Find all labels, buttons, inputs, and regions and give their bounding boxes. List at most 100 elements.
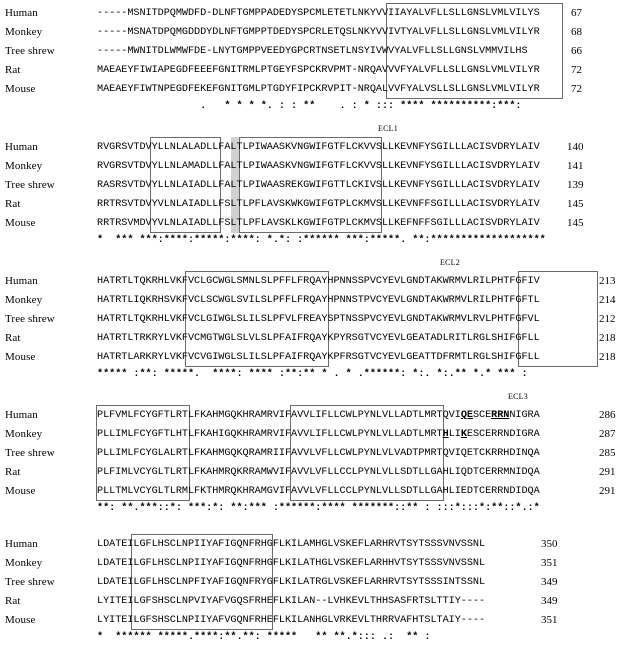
sequence-text: RVGRSVTDVYLLNLAMADLLFALTLPIWAASKVNGWIFGT… <box>97 161 540 172</box>
sequence-rows: Human -----MSNITDPQMWDFD-DLNFTGMPPADEDYS… <box>0 0 619 99</box>
species-label: Monkey <box>5 557 43 569</box>
alignment-block-2: ECL1 Human RVGRSVTDVYLLNLALADLLFALTLPIWA… <box>0 123 619 249</box>
sequence-rows: Human LDATEILGFLHSCLNPIIYAFIGQNFRHGFLKIL… <box>0 533 619 630</box>
residue-number: 140 <box>567 141 584 153</box>
sequence-text: -----MSNATDPQMGDDDYDLNFTGMPPTDEDYSPCRLET… <box>97 27 540 38</box>
sequence-text: HATRTLTRKRYLVKFVCMGTWGLSLVLSLPFAIFRQAYKP… <box>97 333 540 344</box>
sequence-text: LDATEILGFLHSCLNPFIYAFIGQNFRYGFLKILATRGLV… <box>97 577 486 588</box>
consensus-line: . * * * *. : : ** . : * ::: **** *******… <box>0 99 619 115</box>
motif-residue: RRN <box>491 410 510 421</box>
alignment-block-5: Human LDATEILGFLHSCLNPIIYAFIGQNFRHGFLKIL… <box>0 533 619 646</box>
motif-residue: QE <box>460 410 473 421</box>
residue-number: 145 <box>567 198 584 210</box>
species-label: Tree shrew <box>5 447 55 459</box>
species-label: Mouse <box>5 485 36 497</box>
residue-number: 139 <box>567 179 584 191</box>
ecl1-label-row: ECL1 <box>0 123 619 136</box>
residue-number: 351 <box>541 557 558 569</box>
consensus-text: * ****** *****.****:**.**: ***** ** **.*… <box>97 632 431 643</box>
sequence-rows: Human HATRTLTQKRHLVKFVCLGCWGLSMNLSLPFFLF… <box>0 270 619 367</box>
residue-number: 287 <box>599 428 616 440</box>
table-row: Mouse HATRTLARKRYLVKFVCVGIWGLSLILSLPFAIF… <box>0 348 619 367</box>
ecl3-label-row: ECL3 <box>0 391 619 404</box>
species-label: Mouse <box>5 83 36 95</box>
species-label: Rat <box>5 595 21 607</box>
species-label: Human <box>5 275 38 287</box>
sequence-text: LYITEILGFSHSCLNPVIYAFVGQSFRHEFLKILAN--LV… <box>97 596 486 607</box>
alignment-figure: Human -----MSNITDPQMWDFD-DLNFTGMPPADEDYS… <box>0 0 619 672</box>
residue-number: 67 <box>571 7 582 19</box>
consensus-text: ***** :**: *****. ****: **** :**:** * . … <box>97 369 528 380</box>
table-row: Mouse MAEAEYFIWTNPEGDFEKEFGNITGMLPTGDYFI… <box>0 80 619 99</box>
sequence-text: PLFVMLFCYGFTLRTLFKAHMGQKHRAMRVIFAVVLIFLL… <box>97 406 540 425</box>
table-row: Monkey PLLIMLFCYGFTLHTLFKAHIGQKHRAMRVIFA… <box>0 425 619 444</box>
residue-number: 72 <box>571 83 582 95</box>
species-label: Monkey <box>5 160 43 172</box>
sequence-segment: SCE <box>472 410 492 421</box>
residue-number: 285 <box>599 447 616 459</box>
ecl2-label: ECL2 <box>440 258 460 267</box>
residue-number: 349 <box>541 595 558 607</box>
species-label: Tree shrew <box>5 45 55 57</box>
residue-number: 218 <box>599 351 616 363</box>
consensus-line: * *** ***:****:*****:****: *.*: :****** … <box>0 233 619 249</box>
consensus-line: ***** :**: *****. ****: **** :**:** * . … <box>0 367 619 383</box>
table-row: Rat RRTRSVTDVYVLNLAIADLLFSLTLPFLAVSKWKGW… <box>0 195 619 214</box>
ecl2-label-row: ECL2 <box>0 257 619 270</box>
residue-number: 350 <box>541 538 558 550</box>
table-row: Rat MAEAEYFIWIAPEGDFEEEFGNITRMLPTGEYFSPC… <box>0 61 619 80</box>
residue-number: 218 <box>599 332 616 344</box>
sequence-text: -----MWNITDLWMWFDE-LNYTGMPPVEEDYGPCRTNSE… <box>97 46 528 57</box>
residue-number: 145 <box>567 217 584 229</box>
table-row: Monkey LDATEILGFLHSCLNPIIYAFIGQNFRHGFLKI… <box>0 554 619 573</box>
sequence-text: LDATEILGFLHSCLNPIIYAFIGQNFRHGFLKILAMHGLV… <box>97 539 486 550</box>
sequence-text: RRTRSVMDVYVLNLAIADLLFSLTLPFLAVSKLKGWIFGT… <box>97 218 540 229</box>
consensus-text: . * * * *. : : ** . : * ::: **** *******… <box>97 101 522 112</box>
sequence-segment: PLFVMLFCYGFTLRTLFKAHMGQKHRAMRVIFAVVLIFLL… <box>97 410 461 421</box>
consensus-text: **: **.***::*: ***:*: **:*** :******:***… <box>97 503 540 514</box>
species-label: Mouse <box>5 217 36 229</box>
sequence-text: LDATEILGFLHSCLNPIIYAFIGQNFRHGFLKILATHGLV… <box>97 558 486 569</box>
table-row: Tree shrew -----MWNITDLWMWFDE-LNYTGMPPVE… <box>0 42 619 61</box>
table-row: Tree shrew HATRTLTQKRHLVKFVCLGIWGLSLILSL… <box>0 310 619 329</box>
sequence-text: MAEAEYFIWTNPEGDFEKEFGNITGMLPTGDYFIPCKRVP… <box>97 84 540 95</box>
species-label: Tree shrew <box>5 179 55 191</box>
residue-number: 291 <box>599 485 616 497</box>
table-row: Tree shrew RASRSVTDVYLLNLAIADLLFALTLPIWA… <box>0 176 619 195</box>
table-row: Monkey HATRTLIQKRHSVKFVCLSCWGLSVILSLPFFL… <box>0 291 619 310</box>
table-row: Human RVGRSVTDVYLLNLALADLLFALTLPIWAASKVN… <box>0 138 619 157</box>
sequence-text: HATRTLTQKRHLVKFVCLGCWGLSMNLSLPFFLFRQAYHP… <box>97 276 540 287</box>
alignment-block-1: Human -----MSNITDPQMWDFD-DLNFTGMPPADEDYS… <box>0 0 619 115</box>
table-row: Monkey -----MSNATDPQMGDDDYDLNFTGMPPTDEDY… <box>0 23 619 42</box>
table-row: Mouse PLLTMLVCYGLTLRMLFKTHMRQKHRAMGVIFAV… <box>0 482 619 501</box>
residue-number: 66 <box>571 45 582 57</box>
species-label: Rat <box>5 64 21 76</box>
residue-number: 141 <box>567 160 584 172</box>
species-label: Rat <box>5 198 21 210</box>
sequence-rows: Human RVGRSVTDVYLLNLALADLLFALTLPIWAASKVN… <box>0 136 619 233</box>
sequence-text: RVGRSVTDVYLLNLALADLLFALTLPIWAASKVNGWIFGT… <box>97 142 540 153</box>
table-row: Human HATRTLTQKRHLVKFVCLGCWGLSMNLSLPFFLF… <box>0 272 619 291</box>
alignment-block-4: ECL3 Human PLFVMLFCYGFTLRTLFKAHMGQKHRAMR… <box>0 391 619 517</box>
residue-number: 72 <box>571 64 582 76</box>
sequence-text: MAEAEYFIWIAPEGDFEEEFGNITRMLPTGEYFSPCKRVP… <box>97 65 540 76</box>
table-row: Mouse RRTRSVMDVYVLNLAIADLLFSLTLPFLAVSKLK… <box>0 214 619 233</box>
species-label: Monkey <box>5 26 43 38</box>
sequence-segment: PLLIMLFCYGFTLHTLFKAHIGQKHRAMRVIFAVVLIFLL… <box>97 429 443 440</box>
sequence-text: LYITEILGFSHSCLNPIIYAFVGQNFRHEFLKILANHGLV… <box>97 615 486 626</box>
residue-number: 351 <box>541 614 558 626</box>
table-row: Human PLFVMLFCYGFTLRTLFKAHMGQKHRAMRVIFAV… <box>0 406 619 425</box>
sequence-text: RRTRSVTDVYVLNLAIADLLFSLTLPFLAVSKWKGWIFGT… <box>97 199 540 210</box>
sequence-text: -----MSNITDPQMWDFD-DLNFTGMPPADEDYSPCMLET… <box>97 8 540 19</box>
sequence-segment: LI <box>448 429 461 440</box>
species-label: Human <box>5 7 38 19</box>
sequence-text: HATRTLARKRYLVKFVCVGIWGLSLILSLPFAIFRQAYKP… <box>97 352 540 363</box>
sequence-text: PLLIMLFCYGLALRTLFKAHMGQKQRAMRIIFAVVLVFLL… <box>97 448 540 459</box>
residue-number: 212 <box>599 313 616 325</box>
table-row: Rat LYITEILGFSHSCLNPVIYAFVGQSFRHEFLKILAN… <box>0 592 619 611</box>
sequence-text: PLLTMLVCYGLTLRMLFKTHMRQKHRAMGVIFAVVLVFLL… <box>97 486 540 497</box>
sequence-text: PLFIMLVCYGLTLRTLFKAHMRQKRRAMWVIFAVVLVFLL… <box>97 467 540 478</box>
